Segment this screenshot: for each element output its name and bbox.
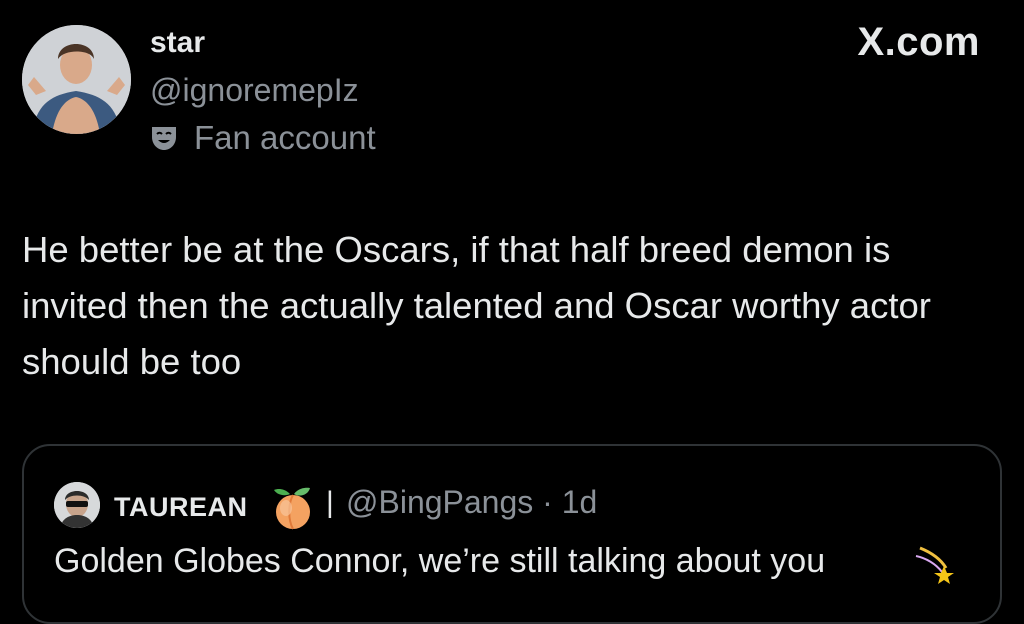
shooting-star-icon [914, 542, 958, 586]
account-label: Fan account [150, 118, 376, 158]
author-display-name[interactable]: star [150, 26, 205, 60]
author-avatar[interactable] [22, 25, 131, 134]
quoted-author-avatar[interactable] [54, 482, 100, 528]
author-photo [22, 25, 131, 134]
quoted-tweet-text: Golden Globes Connor, we’re still talkin… [54, 542, 826, 580]
peach-icon [268, 482, 318, 532]
tweet-text: He better be at the Oscars, if that half… [22, 229, 931, 382]
name-separator: | [326, 486, 334, 519]
quoted-handle-time[interactable]: @BingPangs · 1d [346, 484, 597, 521]
quoted-author-photo [54, 482, 100, 528]
author-handle[interactable]: @ignoremepIz [150, 72, 359, 109]
quoted-author-name[interactable]: TAUREAN [114, 492, 248, 523]
x-watermark: X.com [857, 20, 980, 64]
theater-mask-icon [150, 125, 178, 151]
account-label-text: Fan account [194, 119, 376, 156]
quoted-tweet-card[interactable]: TAUREAN | @BingPangs · 1d Golden Globes … [22, 444, 1002, 624]
